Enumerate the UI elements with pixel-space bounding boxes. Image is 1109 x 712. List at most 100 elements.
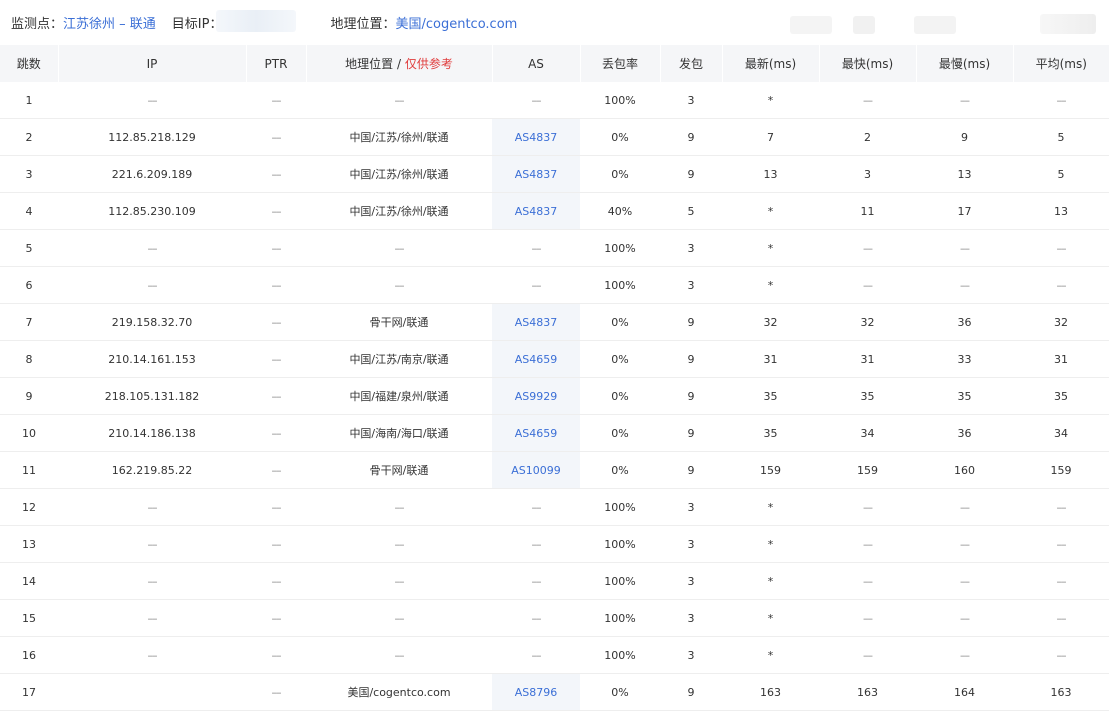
cell-last: 163	[722, 673, 819, 711]
cell-ptr: ––	[246, 377, 306, 415]
cell-loss: 100%	[580, 599, 660, 637]
table-row: 8 210.14.161.153 –– 中国/江苏/南京/联通 AS4659 0% 9 31 3…	[0, 340, 1109, 378]
cell-last: 13	[722, 155, 819, 193]
table-row: 12 –– –– –– –– 100% 3 * –– –– ––	[0, 488, 1109, 526]
redacted-block	[853, 16, 875, 34]
cell-geo: ––	[306, 525, 492, 563]
cell-last: *	[722, 192, 819, 230]
cell-loss: 40%	[580, 192, 660, 230]
cell-best: 2	[819, 118, 916, 156]
cell-ptr: ––	[246, 488, 306, 526]
cell-avg: ––	[1013, 636, 1109, 674]
cell-best: 32	[819, 303, 916, 341]
as-empty: ––	[531, 500, 542, 514]
cell-best: 31	[819, 340, 916, 378]
table-row: 17 –– 美国/cogentco.com AS8796 0% 9 163 163 164 163	[0, 673, 1109, 711]
cell-hop: 1	[0, 82, 58, 119]
as-empty: ––	[531, 611, 542, 625]
as-link[interactable]: AS9929	[515, 390, 558, 403]
col-sent: 发包	[659, 45, 722, 82]
cell-avg: 35	[1013, 377, 1109, 415]
cell-geo: 中国/福建/泉州/联通	[306, 377, 492, 415]
as-link[interactable]: AS10099	[511, 464, 561, 477]
cell-avg: ––	[1013, 488, 1109, 526]
cell-loss: 100%	[580, 229, 660, 267]
as-link[interactable]: AS8796	[515, 686, 558, 699]
cell-last: 7	[722, 118, 819, 156]
cell-geo: 美国/cogentco.com	[306, 673, 492, 711]
table-row: 6 –– –– –– –– 100% 3 * –– –– ––	[0, 266, 1109, 304]
cell-last: 35	[722, 414, 819, 452]
cell-best: 35	[819, 377, 916, 415]
cell-loss: 0%	[580, 303, 660, 341]
target-ip-label: 目标IP：	[171, 16, 223, 32]
cell-as: ––	[492, 488, 580, 526]
cell-geo: ––	[306, 82, 492, 119]
cell-worst: ––	[916, 636, 1013, 674]
cell-sent: 3	[660, 636, 722, 674]
cell-avg: ––	[1013, 599, 1109, 637]
cell-worst: ––	[916, 266, 1013, 304]
as-link[interactable]: AS4837	[515, 131, 558, 144]
cell-ip: ––	[58, 488, 246, 526]
cell-ptr: ––	[246, 266, 306, 304]
cell-geo: ––	[306, 229, 492, 267]
cell-as: ––	[492, 562, 580, 600]
cell-hop: 2	[0, 118, 58, 156]
cell-as: AS4837	[492, 155, 580, 193]
cell-worst: ––	[916, 82, 1013, 119]
cell-sent: 9	[660, 155, 722, 193]
col-worst: 最慢(ms)	[915, 45, 1013, 82]
cell-loss: 100%	[580, 636, 660, 674]
cell-ptr: ––	[246, 673, 306, 711]
cell-ptr: ––	[246, 414, 306, 452]
cell-hop: 14	[0, 562, 58, 600]
cell-ptr: ––	[246, 599, 306, 637]
cell-hop: 6	[0, 266, 58, 304]
as-link[interactable]: AS4659	[515, 353, 558, 366]
cell-best: ––	[819, 229, 916, 267]
cell-worst: ––	[916, 229, 1013, 267]
cell-as: ––	[492, 229, 580, 267]
cell-ip: ––	[58, 266, 246, 304]
as-link[interactable]: AS4659	[515, 427, 558, 440]
as-empty: ––	[531, 574, 542, 588]
cell-worst: ––	[916, 525, 1013, 563]
cell-avg: 13	[1013, 192, 1109, 230]
as-empty: ––	[531, 648, 542, 662]
cell-sent: 9	[660, 118, 722, 156]
cell-hop: 10	[0, 414, 58, 452]
col-ptr: PTR	[245, 45, 306, 82]
cell-best: ––	[819, 82, 916, 119]
cell-last: *	[722, 82, 819, 119]
cell-ip: 221.6.209.189	[58, 155, 246, 193]
as-link[interactable]: AS4837	[515, 168, 558, 181]
cell-hop: 4	[0, 192, 58, 230]
cell-worst: ––	[916, 599, 1013, 637]
cell-best: ––	[819, 488, 916, 526]
cell-ptr: ––	[246, 82, 306, 119]
table-row: 7 219.158.32.70 –– 骨干网/联通 AS4837 0% 9 32 32 36 32	[0, 303, 1109, 341]
cell-geo: ––	[306, 636, 492, 674]
table-row: 9 218.105.131.182 –– 中国/福建/泉州/联通 AS9929 0% 9 35…	[0, 377, 1109, 415]
cell-hop: 16	[0, 636, 58, 674]
as-link[interactable]: AS4837	[515, 316, 558, 329]
cell-geo: 中国/江苏/徐州/联通	[306, 192, 492, 230]
cell-ip: 112.85.230.109	[58, 192, 246, 230]
cell-ip: 218.105.131.182	[58, 377, 246, 415]
cell-last: *	[722, 599, 819, 637]
cell-as: ––	[492, 82, 580, 119]
col-last: 最新(ms)	[721, 45, 819, 82]
cell-sent: 3	[660, 82, 722, 119]
monitor-value[interactable]: 江苏徐州 – 联通	[63, 13, 156, 32]
cell-last: *	[722, 229, 819, 267]
cell-as: ––	[492, 636, 580, 674]
table-header-row: 跳数 IP PTR 地理位置 / 仅供参考 AS 丢包率 发包 最新(ms) 最…	[0, 45, 1109, 82]
table-row: 15 –– –– –– –– 100% 3 * –– –– ––	[0, 599, 1109, 637]
table-row: 3 221.6.209.189 –– 中国/江苏/徐州/联通 AS4837 0% 9 13 3 1…	[0, 155, 1109, 193]
cell-ptr: ––	[246, 636, 306, 674]
cell-loss: 100%	[580, 266, 660, 304]
col-geo-label: 地理位置	[345, 57, 394, 71]
as-link[interactable]: AS4837	[515, 205, 558, 218]
geo-value[interactable]: 美国/cogentco.com	[395, 13, 517, 32]
